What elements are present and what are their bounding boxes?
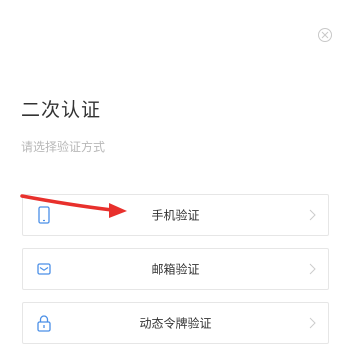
close-button[interactable] — [318, 28, 332, 42]
chevron-right-icon — [309, 209, 316, 221]
option-label: 动态令牌验证 — [139, 316, 212, 331]
option-label: 手机验证 — [151, 208, 200, 223]
chevron-right-icon — [309, 317, 316, 329]
option-phone-verification[interactable]: 手机验证 — [22, 194, 329, 236]
dialog-title: 二次认证 — [21, 99, 102, 121]
chevron-right-icon — [309, 263, 316, 275]
option-label: 邮箱验证 — [151, 262, 200, 277]
close-icon — [321, 31, 329, 39]
option-token-verification[interactable]: 动态令牌验证 — [22, 302, 329, 344]
two-factor-dialog: 二次认证 请选择验证方式 手机验证 邮箱验证 动态令牌验证 — [0, 0, 350, 358]
option-email-verification[interactable]: 邮箱验证 — [22, 248, 329, 290]
dialog-subtitle: 请选择验证方式 — [21, 140, 106, 154]
